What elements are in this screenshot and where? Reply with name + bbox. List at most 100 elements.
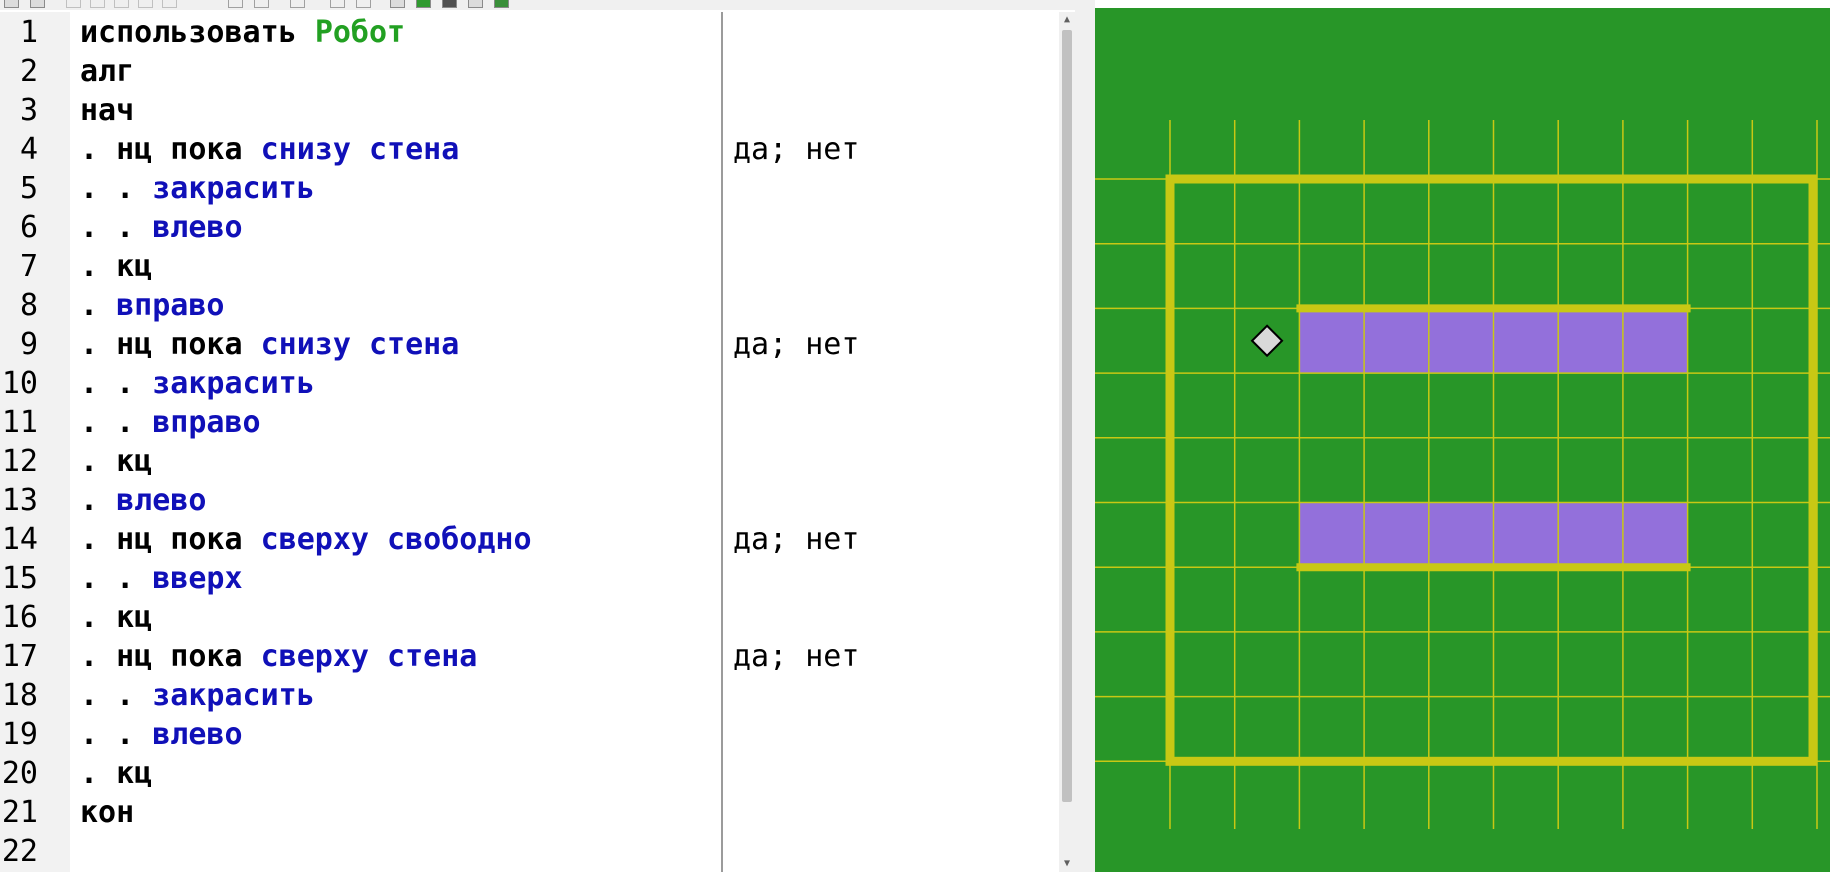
line-number: 12 <box>1 444 38 479</box>
indent-dots: . . <box>80 366 153 401</box>
run-icon[interactable] <box>228 0 243 8</box>
code-line[interactable]: . кц <box>80 442 152 481</box>
line-number: 22 <box>1 834 38 869</box>
save-icon[interactable] <box>30 0 45 8</box>
command-token: закрасить <box>152 366 315 401</box>
code-line[interactable]: . . закрасить <box>80 676 315 715</box>
code-line[interactable]: . вправо <box>80 286 225 325</box>
code-line[interactable]: алг <box>80 52 134 91</box>
code-line[interactable]: . . закрасить <box>80 364 315 403</box>
line-number: 13 <box>1 483 38 518</box>
keyword-token <box>243 522 261 557</box>
keyword-token: кц <box>116 249 153 284</box>
keyword-token: кц <box>116 600 153 635</box>
indent-dots: . . <box>80 678 153 713</box>
line-number: 16 <box>1 600 38 635</box>
line-number: 11 <box>1 405 38 440</box>
margin-value: да; нет <box>733 327 860 362</box>
editor-scrollbar[interactable]: ▲ ▼ <box>1059 12 1075 872</box>
code-line[interactable]: . . закрасить <box>80 169 315 208</box>
painted-cell <box>1622 502 1688 568</box>
line-number: 2 <box>19 54 38 89</box>
code-line[interactable]: . нц пока сверху свободно <box>80 520 532 559</box>
turtle-icon[interactable] <box>494 0 509 8</box>
indent-dots: . <box>80 444 117 479</box>
indent-dots: . . <box>80 210 153 245</box>
robot-field-icon[interactable] <box>416 0 431 8</box>
command-token: снизу стена <box>260 327 460 362</box>
copy-icon[interactable] <box>90 0 105 8</box>
window-icon[interactable] <box>390 0 405 8</box>
indent-dots: . <box>80 639 117 674</box>
command-token: влево <box>116 483 207 518</box>
line-number: 20 <box>1 756 38 791</box>
paste-icon[interactable] <box>114 0 129 8</box>
code-line[interactable]: . . влево <box>80 208 243 247</box>
line-number: 3 <box>19 93 38 128</box>
line-number: 1 <box>19 15 38 50</box>
keyword-token: использовать <box>80 15 297 50</box>
keyword-token: нц пока <box>116 522 243 557</box>
draw-icon[interactable] <box>468 0 483 8</box>
indent-dots: . <box>80 483 117 518</box>
breakpoint-icon[interactable] <box>356 0 371 8</box>
code-line[interactable]: . . влево <box>80 715 243 754</box>
indent-dots: . <box>80 600 117 635</box>
code-editor[interactable]: 1 2 3 4 5 6 7 8 9 10 11 12 13 14 15 16 17 18 19 20 21 22 испо… <box>0 12 1059 872</box>
line-number: 19 <box>1 717 38 752</box>
margin-divider[interactable] <box>721 12 723 872</box>
code-line[interactable]: . влево <box>80 481 206 520</box>
command-token: сверху стена <box>260 639 478 674</box>
robot-icon <box>1250 324 1284 358</box>
painted-cell <box>1558 308 1623 374</box>
redo-icon[interactable] <box>162 0 177 8</box>
code-line[interactable]: . нц пока снизу стена <box>80 325 459 364</box>
command-token: вверх <box>152 561 243 596</box>
outer-wall <box>1165 174 1818 766</box>
command-token: закрасить <box>152 678 315 713</box>
code-line[interactable]: . нц пока снизу стена <box>80 130 459 169</box>
cut-icon[interactable] <box>66 0 81 8</box>
line-number: 8 <box>19 288 38 323</box>
code-line[interactable]: . . вверх <box>80 559 243 598</box>
code-line[interactable]: . кц <box>80 754 152 793</box>
command-token: вправо <box>152 405 261 440</box>
step-icon[interactable] <box>254 0 269 8</box>
keyword-token: нц пока <box>116 639 243 674</box>
line-number: 6 <box>19 210 38 245</box>
keyword-token: нц пока <box>116 132 243 167</box>
module-token: Робот <box>314 15 406 50</box>
code-line[interactable]: нач <box>80 91 134 130</box>
scroll-up-arrow-icon[interactable]: ▲ <box>1059 12 1075 28</box>
stop-icon[interactable] <box>290 0 305 8</box>
code-line[interactable]: . . вправо <box>80 403 261 442</box>
new-file-icon[interactable] <box>4 0 19 8</box>
line-number: 15 <box>1 561 38 596</box>
debug-icon[interactable] <box>330 0 345 8</box>
code-area[interactable]: использовать Робот алг нач. нц пока снизу … <box>80 12 720 872</box>
code-line[interactable]: использовать Робот <box>80 13 405 52</box>
keyword-token: кон <box>80 795 135 830</box>
scroll-down-arrow-icon[interactable]: ▼ <box>1059 856 1075 872</box>
line-number: 5 <box>19 171 38 206</box>
painted-cell <box>1493 308 1559 374</box>
code-line[interactable]: . кц <box>80 598 152 637</box>
grid-icon[interactable] <box>442 0 457 8</box>
code-line[interactable]: . кц <box>80 247 152 286</box>
line-number: 18 <box>1 678 38 713</box>
line-number-gutter: 1 2 3 4 5 6 7 8 9 10 11 12 13 14 15 16 17 18 19 20 21 22 <box>0 12 70 872</box>
line-number: 21 <box>1 795 38 830</box>
painted-cell <box>1364 308 1429 374</box>
code-line[interactable]: кон <box>80 793 134 832</box>
indent-dots: . . <box>80 717 153 752</box>
line-number: 14 <box>1 522 38 557</box>
indent-dots: . . <box>80 561 153 596</box>
painted-cell <box>1558 502 1623 568</box>
scroll-thumb[interactable] <box>1062 30 1072 802</box>
undo-icon[interactable] <box>138 0 153 8</box>
panel-splitter[interactable] <box>1075 0 1095 872</box>
indent-dots: . <box>80 288 117 323</box>
code-line[interactable]: . нц пока сверху стена <box>80 637 477 676</box>
command-token: влево <box>152 210 243 245</box>
painted-cell <box>1299 502 1365 568</box>
